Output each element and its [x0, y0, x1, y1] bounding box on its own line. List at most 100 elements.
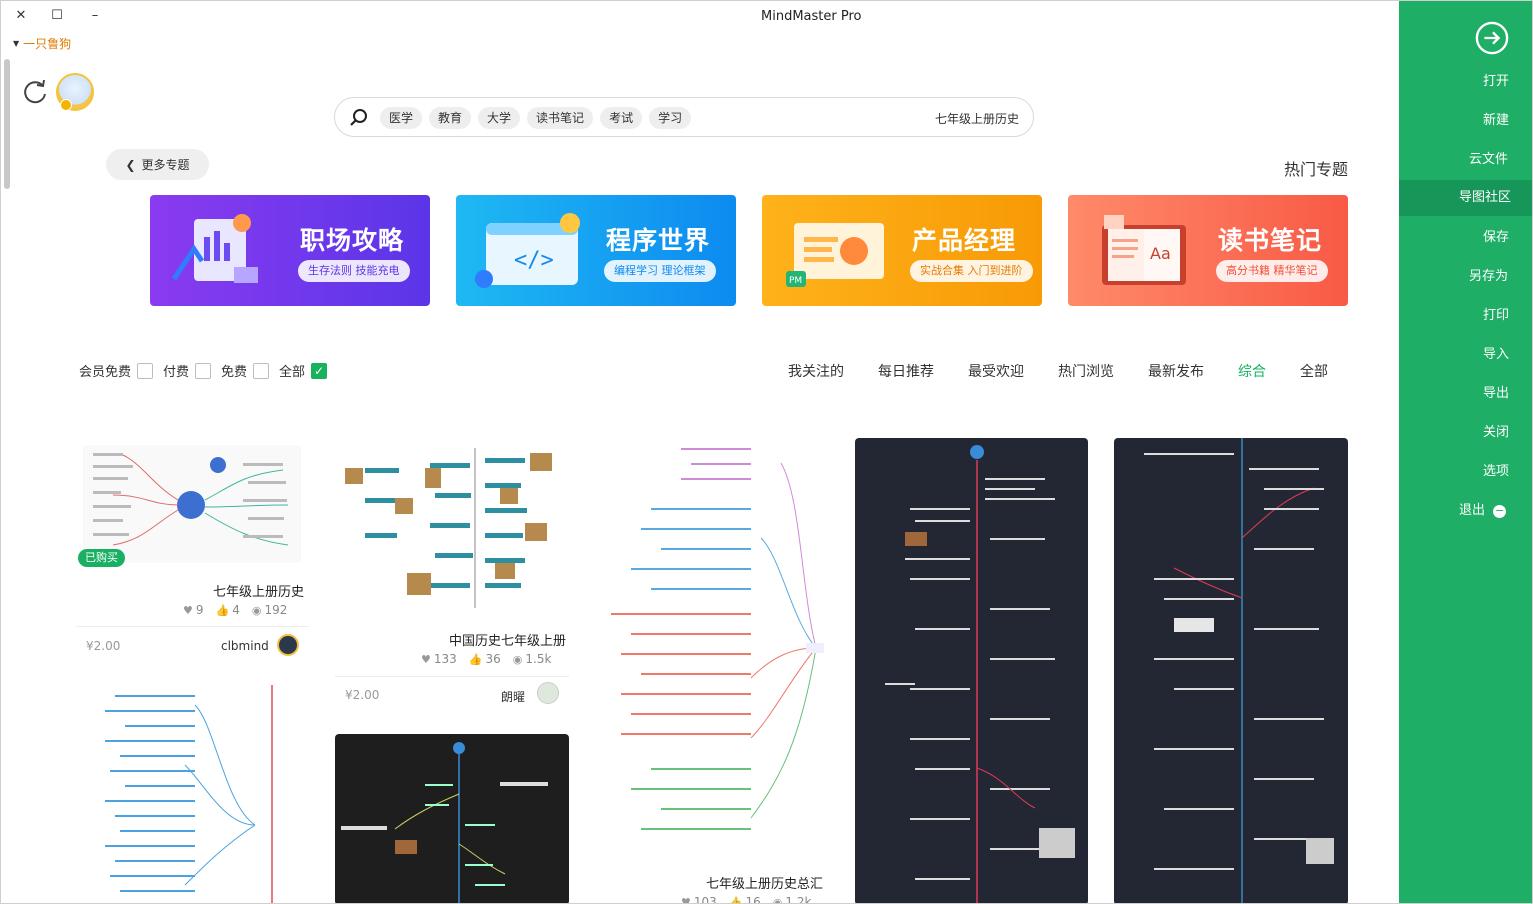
banner-subtitle: 高分书籍 精华笔记: [1216, 260, 1328, 282]
filter-all[interactable]: 全部 ✓: [279, 361, 328, 380]
tab-overall[interactable]: 综合: [1221, 361, 1283, 381]
checkbox[interactable]: [137, 362, 154, 379]
eye-icon: ◉: [251, 603, 262, 617]
sidebar-item-export[interactable]: 导出: [1399, 376, 1532, 412]
like-count: 👍 4: [215, 603, 240, 617]
card-thumbnail[interactable]: [335, 734, 569, 903]
sidebar: 打开 新建 云文件 导图社区 保存 另存为 打印 导入 导出 关闭 选项 退出 …: [1399, 1, 1532, 903]
arrow-right-circle-icon[interactable]: [1475, 21, 1509, 55]
app-window: ✕ ☐ – MindMaster Pro ▼ 一只鲁狗 医学 教育 大学 读书笔…: [0, 0, 1533, 904]
sidebar-item-exit[interactable]: 退出 −: [1399, 493, 1532, 529]
sidebar-item-new[interactable]: 新建: [1399, 103, 1532, 139]
price-filters: 会员免费 付费 免费 全部 ✓: [79, 361, 337, 380]
tab-daily[interactable]: 每日推荐: [861, 361, 951, 381]
divider: [335, 676, 569, 677]
author-avatar[interactable]: [537, 682, 559, 704]
eye-icon: ◉: [512, 652, 523, 666]
author-name[interactable]: 朗曜: [501, 688, 525, 705]
thumb-up-icon: 👍: [215, 603, 230, 617]
tab-popular[interactable]: 最受欢迎: [951, 361, 1041, 381]
search-tag[interactable]: 考试: [600, 107, 643, 129]
search-tag[interactable]: 教育: [429, 107, 472, 129]
card-thumbnail[interactable]: [75, 685, 309, 903]
caret-down-icon: ▼: [13, 39, 20, 48]
tab-all[interactable]: 全部: [1283, 361, 1345, 381]
sidebar-item-community[interactable]: 导图社区: [1399, 180, 1532, 216]
filter-free[interactable]: 免费: [221, 361, 270, 380]
card-stats: ♥ 133 👍 36 ◉ 1.5k: [421, 652, 551, 666]
mindmap-preview: [105, 685, 273, 903]
search-tag[interactable]: 读书笔记: [527, 107, 594, 129]
svg-text:PM: PM: [789, 276, 802, 286]
card-thumbnail[interactable]: [601, 438, 835, 866]
chevron-left-icon: ❮: [125, 157, 136, 172]
filter-label: 免费: [221, 365, 248, 380]
fav-count: ♥ 103: [681, 895, 717, 903]
banner-product-manager[interactable]: PM 产品经理 实战合集 入门到进阶: [762, 195, 1042, 306]
card-thumbnail[interactable]: [855, 438, 1088, 903]
banner-subtitle: 生存法则 技能充电: [298, 260, 410, 282]
search-input[interactable]: 七年级上册历史: [935, 110, 1019, 127]
card-title[interactable]: 七年级上册历史: [213, 581, 304, 600]
banner-reading-notes[interactable]: Aa 读书笔记 高分书籍 精华笔记: [1068, 195, 1348, 306]
author-name[interactable]: clbmind: [221, 639, 269, 653]
avatar[interactable]: [56, 73, 94, 111]
card-thumbnail[interactable]: [83, 445, 301, 563]
more-topics-button[interactable]: ❮ 更多专题: [106, 149, 209, 180]
vip-badge-icon: [60, 99, 72, 111]
banner-programming[interactable]: </> 程序世界 编程学习 理论框架: [456, 195, 736, 306]
sidebar-item-save-as[interactable]: 另存为: [1399, 259, 1532, 295]
filter-paid[interactable]: 付费: [163, 361, 212, 380]
search-tag[interactable]: 学习: [649, 107, 692, 129]
scrollbar-thumb[interactable]: [4, 59, 10, 189]
heart-icon: ♥: [183, 603, 193, 617]
checkbox[interactable]: [195, 362, 212, 379]
card-title[interactable]: 中国历史七年级上册: [449, 630, 566, 649]
refresh-icon[interactable]: [21, 77, 49, 105]
mindmap-preview: [341, 742, 548, 903]
mindmap-preview: [885, 445, 1075, 903]
code-illustration: </>: [475, 213, 580, 288]
mindmap-preview: [611, 448, 824, 830]
author-avatar[interactable]: [277, 634, 299, 656]
sidebar-item-close[interactable]: 关闭: [1399, 415, 1532, 451]
sidebar-item-print[interactable]: 打印: [1399, 298, 1532, 334]
tab-latest[interactable]: 最新发布: [1131, 361, 1221, 381]
minus-circle-icon: −: [1493, 504, 1507, 518]
banner-career[interactable]: 职场攻略 生存法则 技能充电: [150, 195, 430, 306]
section-title: 热门专题: [1284, 160, 1349, 179]
user-menu[interactable]: ▼ 一只鲁狗: [13, 35, 71, 52]
sidebar-item-save[interactable]: 保存: [1399, 220, 1532, 256]
sidebar-item-options[interactable]: 选项: [1399, 454, 1532, 490]
maximize-icon[interactable]: ☐: [43, 5, 71, 27]
banner-subtitle: 实战合集 入门到进阶: [910, 260, 1033, 282]
divider: [76, 626, 309, 627]
view-count: ◉ 1.5k: [512, 652, 552, 666]
svg-text:</>: </>: [514, 248, 554, 273]
app-title: MindMaster Pro: [761, 9, 862, 24]
close-icon[interactable]: ✕: [7, 5, 35, 27]
tab-following[interactable]: 我关注的: [771, 361, 861, 381]
banner-title: 读书笔记: [1218, 226, 1323, 255]
minimize-icon[interactable]: –: [81, 5, 109, 27]
career-illustration: [171, 214, 258, 283]
checkbox[interactable]: [253, 362, 270, 379]
card-thumbnail[interactable]: [335, 438, 569, 616]
card-title[interactable]: 七年级上册历史总汇: [706, 873, 823, 892]
purchased-badge: 已购买: [78, 549, 125, 567]
sidebar-item-cloud[interactable]: 云文件: [1399, 142, 1532, 178]
mindmap-preview: [1144, 438, 1334, 903]
filter-member-free[interactable]: 会员免费: [79, 361, 154, 380]
search-tag[interactable]: 医学: [380, 107, 423, 129]
search-icon[interactable]: [349, 108, 369, 128]
tab-hot-views[interactable]: 热门浏览: [1041, 361, 1131, 381]
search-bar[interactable]: 医学 教育 大学 读书笔记 考试 学习 七年级上册历史: [334, 97, 1034, 137]
sidebar-item-open[interactable]: 打开: [1399, 64, 1532, 100]
user-name: 一只鲁狗: [23, 37, 72, 51]
sidebar-item-import[interactable]: 导入: [1399, 337, 1532, 373]
card-thumbnail[interactable]: [1114, 438, 1348, 903]
search-tag[interactable]: 大学: [478, 107, 521, 129]
more-topics-label: 更多专题: [141, 158, 190, 172]
filter-label: 付费: [163, 365, 190, 380]
checkbox-checked[interactable]: ✓: [311, 362, 328, 379]
